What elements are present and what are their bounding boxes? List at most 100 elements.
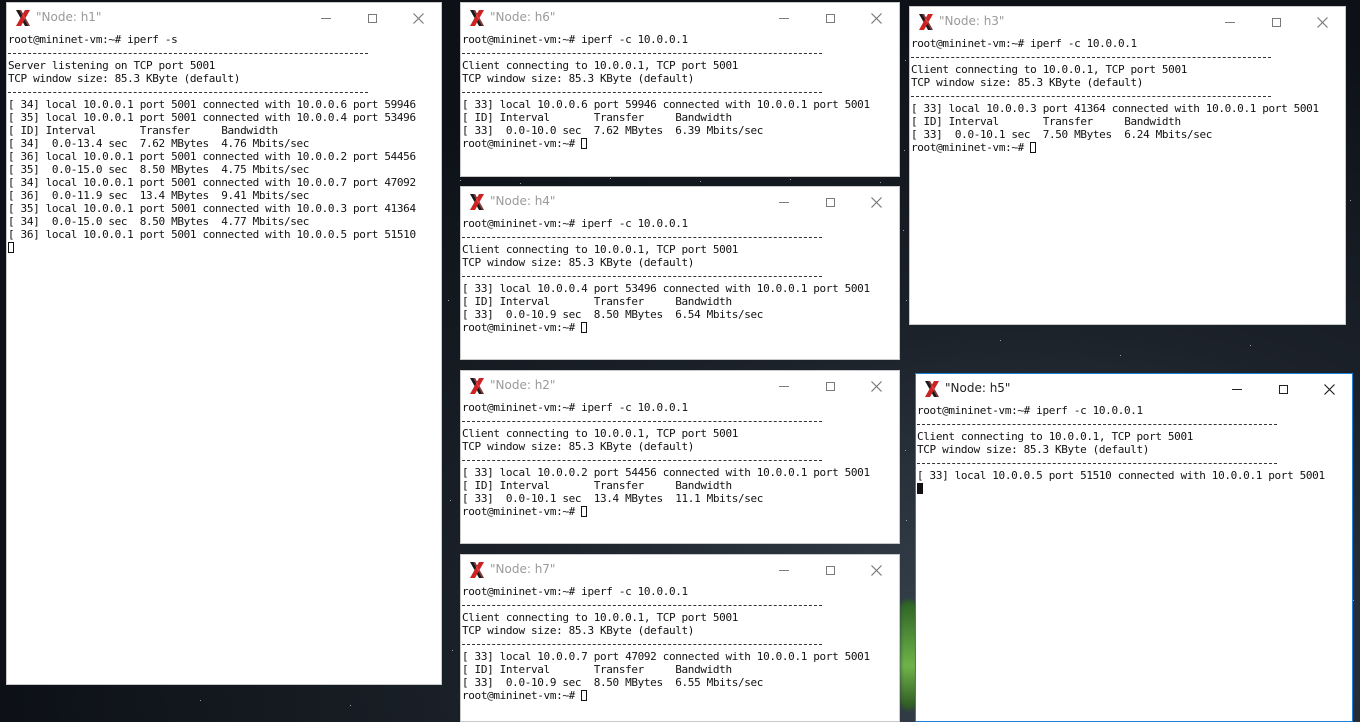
terminal-line-text: [ 35] 0.0-15.0 sec 8.50 MBytes 4.75 Mbit… <box>8 163 310 176</box>
minimize-icon[interactable] <box>303 3 349 33</box>
terminal-line: [ 35] local 10.0.0.1 port 5001 connected… <box>8 202 440 215</box>
maximize-icon[interactable] <box>1260 374 1306 404</box>
window-title: "Node: h1" <box>36 10 102 24</box>
x11-icon[interactable] <box>468 561 486 579</box>
maximize-icon[interactable] <box>1253 7 1299 37</box>
terminal-line-text: [ 34] 0.0-13.4 sec 7.62 MBytes 4.76 Mbit… <box>8 137 310 150</box>
x11-icon[interactable] <box>917 13 935 31</box>
close-icon[interactable] <box>853 371 899 401</box>
minimize-icon[interactable] <box>761 371 807 401</box>
terminal-line-text: [ 36] local 10.0.0.1 port 5001 connected… <box>8 150 416 163</box>
terminal-line-text: TCP window size: 85.3 KByte (default) <box>911 76 1144 89</box>
terminal-line-text: root@mininet-vm:~# <box>462 505 582 518</box>
terminal-line-text: [ 34] 0.0-15.0 sec 8.50 MBytes 4.77 Mbit… <box>8 215 310 228</box>
maximize-icon[interactable] <box>807 187 853 217</box>
maximize-icon[interactable] <box>807 371 853 401</box>
maximize-icon[interactable] <box>807 555 853 585</box>
terminal-line: root@mininet-vm:~# iperf -c 10.0.0.1 <box>462 585 898 598</box>
terminal-output[interactable]: root@mininet-vm:~# iperf -c 10.0.0.1 Clie… <box>462 401 898 543</box>
close-icon[interactable] <box>853 555 899 585</box>
terminal-line-text: [ 34] local 10.0.0.1 port 5001 connected… <box>8 176 416 189</box>
terminal-line: root@mininet-vm:~# iperf -c 10.0.0.1 <box>462 33 898 46</box>
terminal-line-text: [ 36] local 10.0.0.1 port 5001 connected… <box>8 228 416 241</box>
terminal-line-text: [ ID] Interval Transfer Bandwidth <box>8 124 278 137</box>
separator-line <box>8 46 440 59</box>
terminal-line-text: Client connecting to 10.0.0.1, TCP port … <box>462 243 738 256</box>
window-titlebar[interactable]: "Node: h1" <box>7 3 441 33</box>
terminal-window-h7[interactable]: "Node: h7" root@mininet-vm:~# iperf -c 10… <box>460 554 900 722</box>
terminal-line-text: [ 33] local 10.0.0.7 port 47092 connecte… <box>462 650 870 663</box>
maximize-icon[interactable] <box>349 3 395 33</box>
close-icon[interactable] <box>853 187 899 217</box>
terminal-line: [ 33] local 10.0.0.4 port 53496 connecte… <box>462 282 898 295</box>
window-titlebar[interactable]: "Node: h5" <box>916 374 1352 404</box>
terminal-line: root@mininet-vm:~# <box>462 321 898 334</box>
close-icon[interactable] <box>1306 374 1352 404</box>
terminal-output[interactable]: root@mininet-vm:~# iperf -c 10.0.0.1 Clie… <box>462 585 898 721</box>
terminal-cursor <box>581 322 588 333</box>
terminal-output[interactable]: root@mininet-vm:~# iperf -c 10.0.0.1 Clie… <box>911 37 1344 324</box>
terminal-line: [ 35] local 10.0.0.1 port 5001 connected… <box>8 111 440 124</box>
minimize-icon[interactable] <box>1207 7 1253 37</box>
window-titlebar[interactable]: "Node: h4" <box>461 187 899 217</box>
terminal-window-h6[interactable]: "Node: h6" root@mininet-vm:~# iperf -c 10… <box>460 2 900 177</box>
terminal-line-text: [ 33] local 10.0.0.4 port 53496 connecte… <box>462 282 870 295</box>
separator-line <box>462 269 898 282</box>
close-icon[interactable] <box>853 3 899 33</box>
terminal-line: [ 33] 0.0-10.9 sec 8.50 MBytes 6.54 Mbit… <box>462 308 898 321</box>
terminal-window-h3[interactable]: "Node: h3" root@mininet-vm:~# iperf -c 10… <box>909 6 1346 325</box>
terminal-line-text: [ 34] local 10.0.0.1 port 5001 connected… <box>8 98 416 111</box>
terminal-line: Client connecting to 10.0.0.1, TCP port … <box>462 59 898 72</box>
x11-icon[interactable] <box>14 9 32 27</box>
x11-icon[interactable] <box>468 377 486 395</box>
terminal-line-text: TCP window size: 85.3 KByte (default) <box>462 440 695 453</box>
terminal-line-text: [ ID] Interval Transfer Bandwidth <box>462 479 732 492</box>
terminal-output[interactable]: root@mininet-vm:~# iperf -s Server listen… <box>8 33 440 684</box>
window-titlebar[interactable]: "Node: h3" <box>910 7 1345 37</box>
terminal-line-text: [ 33] 0.0-10.1 sec 13.4 MBytes 11.1 Mbit… <box>462 492 764 505</box>
terminal-output[interactable]: root@mininet-vm:~# iperf -c 10.0.0.1 Clie… <box>462 33 898 176</box>
separator-line <box>911 89 1344 102</box>
terminal-line-text: Client connecting to 10.0.0.1, TCP port … <box>462 427 738 440</box>
minimize-icon[interactable] <box>761 555 807 585</box>
terminal-line-text: [ ID] Interval Transfer Bandwidth <box>462 111 732 124</box>
separator-line <box>8 85 440 98</box>
terminal-window-h1[interactable]: "Node: h1" root@mininet-vm:~# iperf -s Ser… <box>6 2 442 685</box>
close-icon[interactable] <box>1299 7 1345 37</box>
terminal-line-text: [ ID] Interval Transfer Bandwidth <box>462 295 732 308</box>
terminal-line-text: root@mininet-vm:~# iperf -c 10.0.0.1 <box>917 404 1143 417</box>
terminal-output[interactable]: root@mininet-vm:~# iperf -c 10.0.0.1 Clie… <box>462 217 898 359</box>
terminal-line-text: root@mininet-vm:~# <box>462 321 582 334</box>
terminal-window-h5[interactable]: "Node: h5" root@mininet-vm:~# iperf -c 10… <box>915 373 1353 722</box>
x11-icon[interactable] <box>468 193 486 211</box>
window-titlebar[interactable]: "Node: h2" <box>461 371 899 401</box>
terminal-line: [ 33] local 10.0.0.6 port 59946 connecte… <box>462 98 898 111</box>
terminal-line: [ 35] 0.0-15.0 sec 8.50 MBytes 4.75 Mbit… <box>8 163 440 176</box>
minimize-icon[interactable] <box>761 3 807 33</box>
minimize-icon[interactable] <box>761 187 807 217</box>
terminal-cursor <box>917 483 923 494</box>
terminal-window-h4[interactable]: "Node: h4" root@mininet-vm:~# iperf -c 10… <box>460 186 900 360</box>
terminal-line: [ ID] Interval Transfer Bandwidth <box>462 663 898 676</box>
maximize-icon[interactable] <box>807 3 853 33</box>
minimize-icon[interactable] <box>1214 374 1260 404</box>
terminal-line-text: [ 33] local 10.0.0.2 port 54456 connecte… <box>462 466 870 479</box>
terminal-output[interactable]: root@mininet-vm:~# iperf -c 10.0.0.1 Clie… <box>917 404 1351 721</box>
x11-icon[interactable] <box>468 9 486 27</box>
terminal-line-text: root@mininet-vm:~# iperf -c 10.0.0.1 <box>462 401 688 414</box>
terminal-line: root@mininet-vm:~# iperf -s <box>8 33 440 46</box>
close-icon[interactable] <box>395 3 441 33</box>
window-titlebar[interactable]: "Node: h7" <box>461 555 899 585</box>
terminal-line: TCP window size: 85.3 KByte (default) <box>917 443 1351 456</box>
x11-icon[interactable] <box>923 380 941 398</box>
separator-line <box>462 598 898 611</box>
terminal-line-text: [ 33] local 10.0.0.6 port 59946 connecte… <box>462 98 870 111</box>
terminal-line: root@mininet-vm:~# <box>462 505 898 518</box>
terminal-window-h2[interactable]: "Node: h2" root@mininet-vm:~# iperf -c 10… <box>460 370 900 544</box>
window-titlebar[interactable]: "Node: h6" <box>461 3 899 33</box>
terminal-line-text: root@mininet-vm:~# <box>462 137 582 150</box>
terminal-line-text: [ ID] Interval Transfer Bandwidth <box>462 663 732 676</box>
terminal-line: TCP window size: 85.3 KByte (default) <box>911 76 1344 89</box>
terminal-line: [ 34] local 10.0.0.1 port 5001 connected… <box>8 98 440 111</box>
terminal-line-text: root@mininet-vm:~# iperf -c 10.0.0.1 <box>911 37 1137 50</box>
